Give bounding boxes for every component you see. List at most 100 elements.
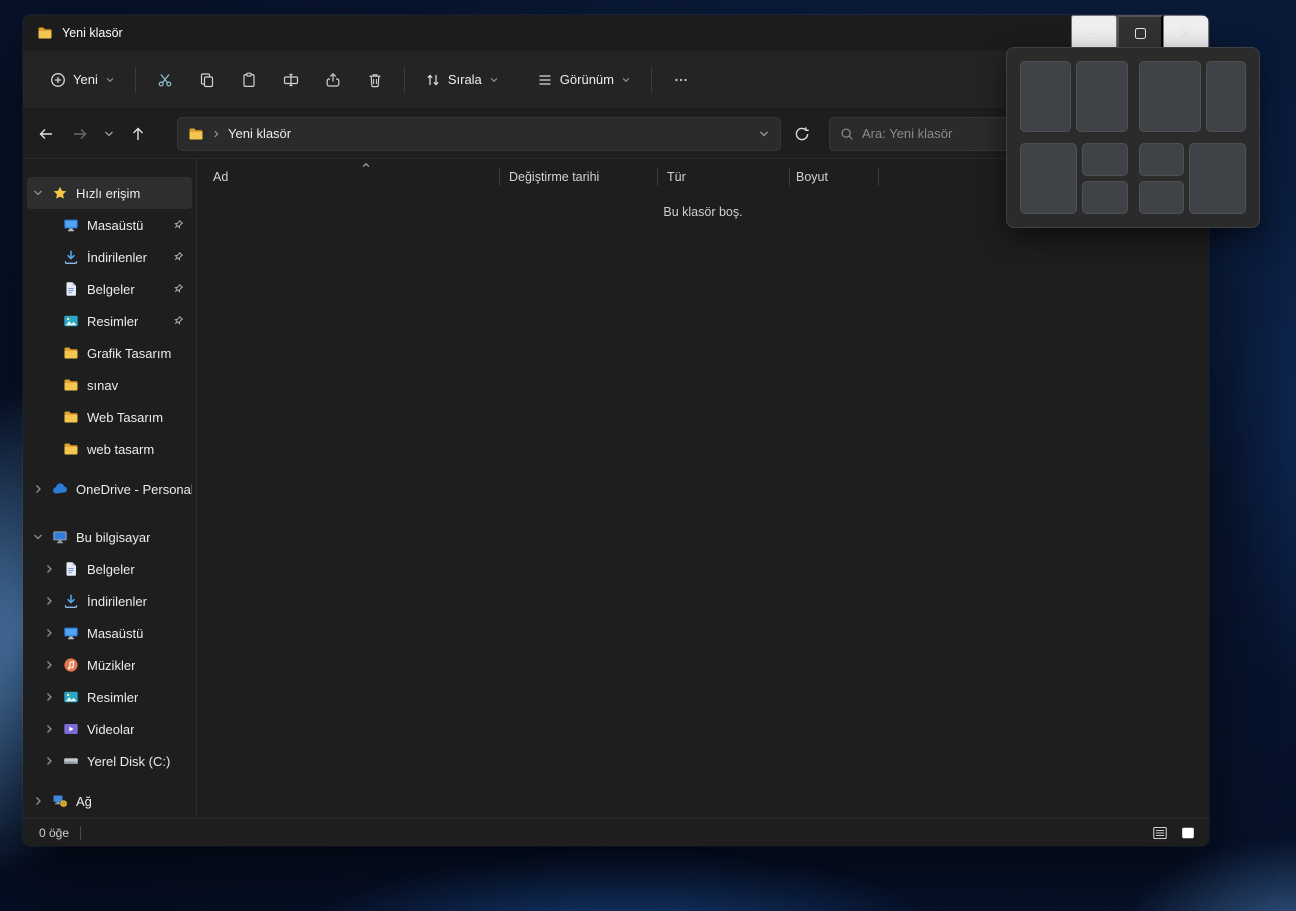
chevron-right-icon bbox=[211, 129, 221, 139]
chevron-right-icon[interactable] bbox=[43, 659, 55, 671]
sidebar-item-web-tasarim[interactable]: Web Tasarım bbox=[27, 401, 192, 433]
back-button[interactable] bbox=[29, 117, 63, 151]
chevron-placeholder bbox=[43, 443, 55, 455]
paste-button[interactable] bbox=[229, 63, 269, 97]
chevron-right-icon[interactable] bbox=[43, 691, 55, 703]
large-icons-view-button[interactable] bbox=[1177, 823, 1199, 843]
desktop-icon bbox=[63, 625, 79, 641]
chevron-down-icon[interactable] bbox=[32, 187, 44, 199]
status-divider bbox=[80, 825, 82, 840]
snap-layout-wide-left-narrow-right[interactable] bbox=[1138, 61, 1246, 132]
chevron-down-icon[interactable] bbox=[758, 128, 770, 140]
rename-button[interactable] bbox=[271, 63, 311, 97]
sidebar-item-documents-pinned[interactable]: Belgeler bbox=[27, 273, 192, 305]
chevron-placeholder bbox=[43, 379, 55, 391]
details-view-button[interactable] bbox=[1149, 823, 1171, 843]
chevron-placeholder bbox=[43, 251, 55, 263]
view-button[interactable]: Görünüm bbox=[526, 63, 642, 97]
delete-button[interactable] bbox=[355, 63, 395, 97]
up-button[interactable] bbox=[121, 117, 155, 151]
column-divider[interactable] bbox=[878, 168, 879, 186]
refresh-button[interactable] bbox=[785, 117, 819, 151]
sidebar-item-web-tasarm[interactable]: web tasarm bbox=[27, 433, 192, 465]
chevron-right-icon[interactable] bbox=[43, 723, 55, 735]
pin-icon bbox=[171, 218, 192, 232]
sidebar-item-onedrive[interactable]: OneDrive - Personal bbox=[27, 473, 192, 505]
chevron-right-icon[interactable] bbox=[43, 755, 55, 767]
sidebar-item-grafik-tasarim[interactable]: Grafik Tasarım bbox=[27, 337, 192, 369]
sidebar-item-label: İndirilenler bbox=[87, 249, 147, 265]
column-header-date-modified[interactable]: Değiştirme tarihi bbox=[500, 159, 657, 195]
chevron-right-icon[interactable] bbox=[43, 595, 55, 607]
more-options-button[interactable] bbox=[661, 63, 701, 97]
breadcrumb[interactable]: Yeni klasör bbox=[228, 126, 291, 141]
snap-zone-bottom-right[interactable] bbox=[1081, 181, 1128, 214]
sidebar-item-pc-pictures[interactable]: Resimler bbox=[27, 681, 192, 713]
folder-icon bbox=[63, 409, 79, 425]
sidebar-item-network[interactable]: Ağ bbox=[27, 785, 192, 817]
documents-icon bbox=[63, 281, 79, 297]
sidebar-item-label: Belgeler bbox=[87, 281, 135, 297]
sidebar-item-quick-access[interactable]: Hızlı erişim bbox=[27, 177, 192, 209]
maximize-icon bbox=[1134, 27, 1146, 39]
snap-zone-bottom-left[interactable] bbox=[1138, 181, 1185, 214]
sidebar-item-pc-videos[interactable]: Videolar bbox=[27, 713, 192, 745]
sidebar-item-desktop-pinned[interactable]: Masaüstü bbox=[27, 209, 192, 241]
address-bar[interactable]: Yeni klasör bbox=[177, 116, 781, 151]
snap-layout-stacked-left-tall-right[interactable] bbox=[1138, 143, 1246, 214]
sidebar-item-pc-local-disk-c[interactable]: Yerel Disk (C:) bbox=[27, 745, 192, 777]
column-header-type[interactable]: Tür bbox=[658, 159, 789, 195]
share-button[interactable] bbox=[313, 63, 353, 97]
snap-zone-left[interactable] bbox=[1138, 61, 1201, 132]
chevron-down-icon[interactable] bbox=[32, 531, 44, 543]
sidebar-item-label: Müzikler bbox=[87, 657, 136, 673]
snap-zone-left[interactable] bbox=[1020, 61, 1072, 132]
music-icon bbox=[63, 657, 79, 673]
chevron-right-icon[interactable] bbox=[43, 563, 55, 575]
cut-button[interactable] bbox=[145, 63, 185, 97]
forward-button[interactable] bbox=[63, 117, 97, 151]
sidebar-item-pc-desktop[interactable]: Masaüstü bbox=[27, 617, 192, 649]
sidebar-item-pc-downloads[interactable]: İndirilenler bbox=[27, 585, 192, 617]
sidebar-item-label: Masaüstü bbox=[87, 625, 144, 641]
sidebar-item-sinav[interactable]: sınav bbox=[27, 369, 192, 401]
snap-layout-tall-left-stacked-right[interactable] bbox=[1020, 143, 1128, 214]
sidebar-item-pictures-pinned[interactable]: Resimler bbox=[27, 305, 192, 337]
toolbar-divider bbox=[403, 67, 405, 92]
recent-locations-button[interactable] bbox=[97, 117, 121, 151]
copy-button[interactable] bbox=[187, 63, 227, 97]
chevron-right-icon[interactable] bbox=[43, 627, 55, 639]
column-header-size[interactable]: Boyut bbox=[790, 159, 878, 195]
title-bar[interactable]: Yeni klasör bbox=[23, 15, 1209, 51]
new-button[interactable]: Yeni bbox=[39, 63, 126, 97]
sort-button[interactable]: Sırala bbox=[414, 63, 510, 97]
this-pc-icon bbox=[52, 529, 68, 545]
view-button-label: Görünüm bbox=[559, 72, 614, 87]
maximize-button[interactable] bbox=[1117, 15, 1163, 51]
snap-zone-left[interactable] bbox=[1020, 143, 1077, 214]
snap-zone-right[interactable] bbox=[1076, 61, 1128, 132]
close-button[interactable] bbox=[1163, 15, 1209, 51]
sidebar-item-label: OneDrive - Personal bbox=[76, 481, 192, 497]
snap-layout-two-equal-columns[interactable] bbox=[1020, 61, 1128, 132]
sidebar-item-this-pc[interactable]: Bu bilgisayar bbox=[27, 521, 192, 553]
snap-zone-top-right[interactable] bbox=[1081, 143, 1128, 176]
sidebar-item-downloads-pinned[interactable]: İndirilenler bbox=[27, 241, 192, 273]
trash-icon bbox=[367, 72, 383, 88]
sidebar-item-label: Resimler bbox=[87, 313, 139, 329]
window-body: Hızlı erişim Masaüstü İndirilenler Belge… bbox=[23, 159, 1209, 818]
chevron-right-icon[interactable] bbox=[32, 795, 44, 807]
snap-zone-top-left[interactable] bbox=[1138, 143, 1185, 176]
downloads-icon bbox=[63, 593, 79, 609]
disk-icon bbox=[63, 753, 79, 769]
sidebar-item-label: Web Tasarım bbox=[87, 409, 164, 425]
copy-icon bbox=[199, 72, 215, 88]
minimize-button[interactable] bbox=[1071, 15, 1117, 51]
column-header-name[interactable]: Ad bbox=[213, 159, 499, 195]
snap-zone-right[interactable] bbox=[1205, 61, 1246, 132]
sidebar-item-pc-music[interactable]: Müzikler bbox=[27, 649, 192, 681]
file-list-area[interactable]: Ad Değiştirme tarihi Tür Boyut Bu klasör… bbox=[197, 159, 1209, 818]
chevron-right-icon[interactable] bbox=[32, 483, 44, 495]
snap-zone-right[interactable] bbox=[1189, 143, 1246, 214]
sidebar-item-pc-documents[interactable]: Belgeler bbox=[27, 553, 192, 585]
